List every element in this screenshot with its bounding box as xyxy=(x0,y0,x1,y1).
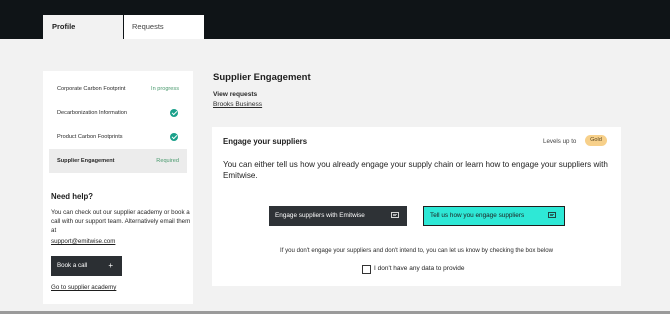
book-a-call-label: Book a call xyxy=(57,262,88,269)
page-title: Supplier Engagement xyxy=(213,72,311,83)
status-in-progress: In progress xyxy=(151,86,179,92)
levels-label: Levels up to xyxy=(543,138,577,145)
engage-suppliers-card: Engage your suppliers Levels up to Gold … xyxy=(212,127,621,286)
no-engagement-note: If you don't engage your suppliers and d… xyxy=(280,247,553,254)
tab-profile[interactable]: Profile xyxy=(43,15,123,39)
no-data-checkbox[interactable] xyxy=(362,265,371,274)
tell-us-how-button[interactable]: Tell us how you engage suppliers xyxy=(423,206,565,226)
company-link[interactable]: Brooks Business xyxy=(213,101,262,108)
top-navigation-bar: Profile Requests xyxy=(0,0,670,39)
check-circle-icon xyxy=(170,109,178,117)
view-requests-label: View requests xyxy=(213,91,258,98)
support-email-link[interactable]: support@emitwise.com xyxy=(51,238,115,245)
sidebar-item-label: Decarbonization Information xyxy=(57,110,127,116)
sidebar-item-label: Supplier Engagement xyxy=(57,158,115,164)
sidebar-item-label: Product Carbon Footprints xyxy=(57,134,123,140)
sidebar: Corporate Carbon Footprint In progress D… xyxy=(43,71,193,304)
plus-icon: + xyxy=(108,261,113,270)
book-a-call-button[interactable]: Book a call + xyxy=(51,256,122,276)
sidebar-item-corporate-carbon-footprint[interactable]: Corporate Carbon Footprint In progress xyxy=(49,77,187,101)
chat-icon xyxy=(548,212,556,218)
status-required: Required xyxy=(156,158,179,164)
sidebar-item-decarbonization-information[interactable]: Decarbonization Information xyxy=(49,101,187,125)
supplier-academy-link[interactable]: Go to supplier academy xyxy=(51,284,116,291)
help-text: You can check out our supplier academy o… xyxy=(51,209,191,234)
gold-badge: Gold xyxy=(585,135,607,146)
card-description: You can either tell us how you already e… xyxy=(223,160,608,180)
no-data-checkbox-label[interactable]: I don't have any data to provide xyxy=(374,265,465,272)
engage-with-emitwise-button[interactable]: Engage suppliers with Emitwise xyxy=(269,206,407,226)
card-title: Engage your suppliers xyxy=(223,137,308,146)
sidebar-item-supplier-engagement[interactable]: Supplier Engagement Required xyxy=(49,149,187,173)
sidebar-item-label: Corporate Carbon Footprint xyxy=(57,86,126,92)
help-title: Need help? xyxy=(51,192,94,201)
sidebar-item-product-carbon-footprints[interactable]: Product Carbon Footprints xyxy=(49,125,187,149)
engage-with-emitwise-label: Engage suppliers with Emitwise xyxy=(275,212,365,219)
check-circle-icon xyxy=(170,133,178,141)
chat-icon xyxy=(391,212,399,218)
tell-us-how-label: Tell us how you engage suppliers xyxy=(430,212,525,219)
tab-requests[interactable]: Requests xyxy=(124,15,204,39)
